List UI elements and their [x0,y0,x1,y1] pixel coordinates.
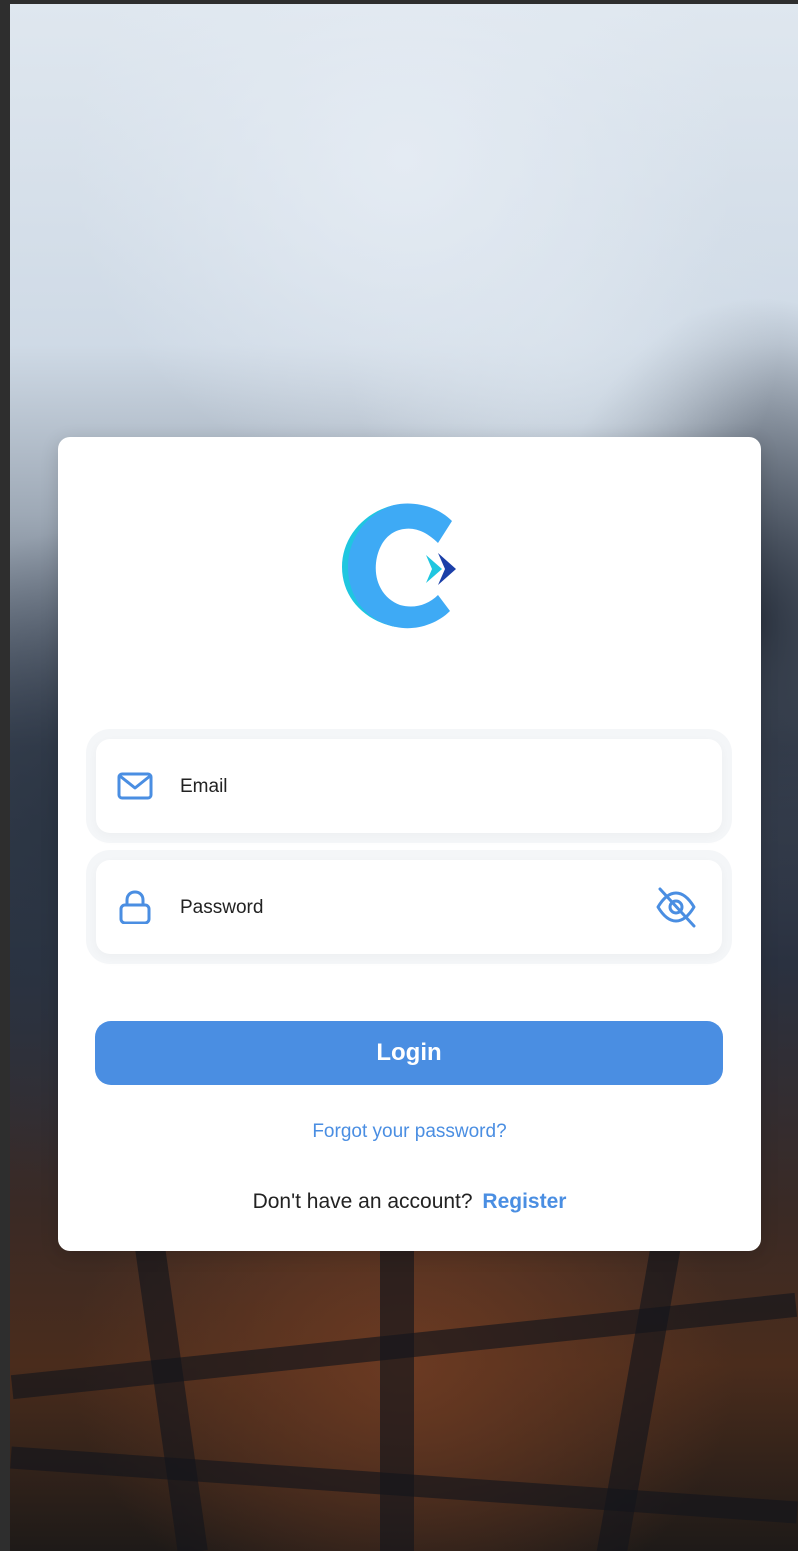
no-account-text: Don't have an account? [252,1190,473,1213]
password-input[interactable] [178,888,642,928]
mail-icon [117,772,153,800]
app-logo [342,503,456,629]
register-prompt: Don't have an account? Register [58,1190,761,1214]
email-field[interactable] [96,739,722,833]
lock-icon [119,890,151,924]
eye-off-icon[interactable] [652,884,700,930]
login-button[interactable]: Login [95,1021,723,1085]
password-field[interactable] [96,860,722,954]
forgot-password-link[interactable]: Forgot your password? [58,1121,761,1143]
email-input[interactable] [178,767,642,807]
background-photo: Login Forgot your password? Don't have a… [10,4,798,1551]
device-frame: Login Forgot your password? Don't have a… [0,0,798,1551]
login-card: Login Forgot your password? Don't have a… [58,437,761,1251]
register-link[interactable]: Register [482,1190,566,1213]
